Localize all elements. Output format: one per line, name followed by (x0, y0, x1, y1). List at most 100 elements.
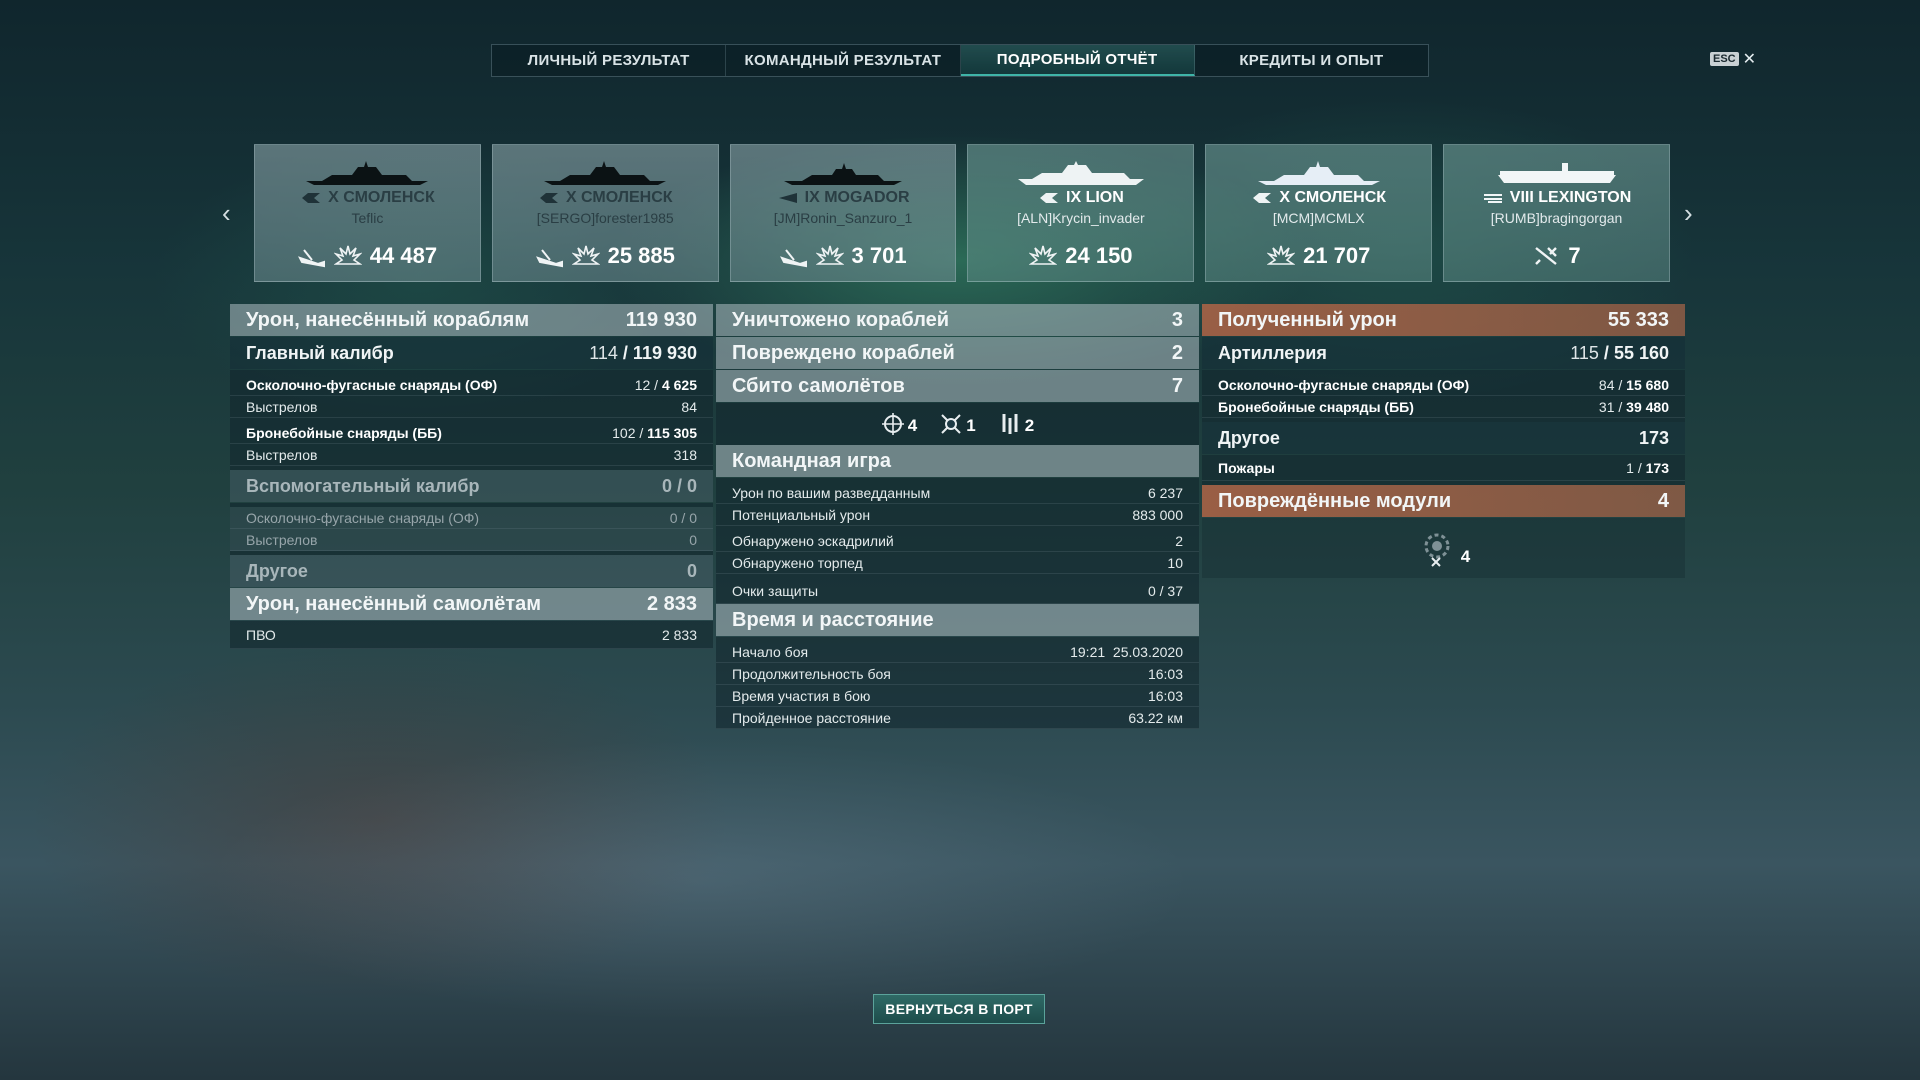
row-label: Обнаружено торпед (732, 554, 863, 571)
ship-card[interactable]: X СМОЛЕНСК [SERGO]forester1985 25 885 (491, 144, 719, 282)
aa-row: ПВО 2 833 (230, 621, 713, 649)
section-value: 119 930 (625, 308, 697, 331)
next-arrow-icon[interactable]: › (1684, 198, 1693, 229)
damage-ships-header: Урон, нанесённый кораблям 119 930 (230, 304, 713, 336)
ships-damaged-header: Повреждено кораблей 2 (716, 337, 1199, 369)
damaged-module-icon (1424, 533, 1450, 567)
row-label: Выстрелов (246, 398, 318, 415)
ship-card[interactable]: VIII LEXINGTON [RUMB]bragingorgan 7 (1443, 144, 1670, 282)
main-battery-row: Главный калибр 114 / 119 930 (230, 337, 713, 369)
damaged-modules-header: Повреждённые модули 4 (1202, 485, 1685, 517)
tab-detailed-report[interactable]: ПОДРОБНЫЙ ОТЧЁТ (960, 45, 1195, 76)
nation-flag-icon (539, 193, 558, 203)
attack-plane-icon (941, 414, 961, 434)
row-label: Другое (246, 560, 308, 581)
section-value: 2 (1171, 341, 1183, 364)
section-value: 2 833 (646, 592, 697, 615)
section-label: Урон, нанесённый самолётам (246, 592, 542, 615)
row-label: Урон по вашим разведданным (732, 484, 931, 501)
ship-silhouette-icon (306, 161, 429, 185)
damage-received-header: Полученный урон 55 333 (1202, 304, 1685, 336)
he-shots-row: Выстрелов 84 (230, 396, 713, 418)
close-icon[interactable]: ✕ (1743, 49, 1756, 69)
damage-icon (1029, 245, 1058, 265)
tab-credits-xp[interactable]: КРЕДИТЫ И ОПЫТ (1195, 45, 1428, 76)
secondary-shots-row: Выстрелов 0 (230, 529, 713, 551)
section-value: 55 333 (1607, 308, 1669, 331)
tab-personal-result[interactable]: ЛИЧНЫЙ РЕЗУЛЬТАТ (492, 45, 727, 76)
ship-stat-value: 3 701 (851, 243, 907, 268)
damage-icon (815, 245, 844, 265)
section-label: Повреждённые модули (1218, 489, 1452, 512)
hits-value: 84 (1598, 376, 1615, 393)
artillery-row: Артиллерия 115 / 55 160 (1202, 337, 1685, 369)
nation-flag-icon (1483, 194, 1502, 203)
torpedo-hit-icon (297, 249, 325, 268)
row-value: 883 000 (1132, 506, 1183, 523)
ship-card[interactable]: IX LION [ALN]Krycin_invader 24 150 (967, 144, 1195, 282)
row-label: Очки защиты (732, 582, 819, 599)
damage-planes-header: Урон, нанесённый самолётам 2 833 (230, 588, 713, 620)
plane-count: 1 (966, 416, 976, 435)
prev-arrow-icon[interactable]: ‹ (222, 198, 231, 229)
torpedo-hit-icon (535, 249, 563, 268)
damage-value: 15 680 (1626, 376, 1669, 393)
row-label: Осколочно-фугасные снаряды (ОФ) (246, 376, 498, 393)
ship-name: IX LION (1066, 189, 1124, 206)
row-label: Осколочно-фугасные снаряды (ОФ) (1218, 376, 1470, 393)
received-ap-row: Бронебойные снаряды (ББ) 31 / 39 480 (1202, 396, 1685, 418)
row-value: 6 237 (1147, 484, 1183, 501)
section-label: Урон, нанесённый кораблям (246, 308, 530, 331)
torpedoes-spotted-row: Обнаружено торпед 10 (716, 552, 1199, 574)
row-label: Другое (1218, 427, 1280, 448)
team-play-header: Командная игра (716, 445, 1199, 477)
squadrons-spotted-row: Обнаружено эскадрилий 2 (716, 530, 1199, 552)
row-value: 173 (1638, 427, 1669, 448)
return-to-port-button[interactable]: ВЕРНУТЬСЯ В ПОРТ (873, 994, 1045, 1024)
ship-card[interactable]: IX MOGADOR [JM]Ronin_Sanzuro_1 3 701 (729, 144, 957, 282)
damage-value: 173 (1645, 459, 1669, 476)
nation-flag-icon (1040, 193, 1058, 203)
torpedo-hit-icon (779, 249, 807, 268)
row-value: 0 (689, 531, 697, 548)
section-value: 4 (1657, 489, 1669, 512)
bomber-icon (1002, 414, 1018, 434)
player-name: [RUMB]bragingorgan (1490, 210, 1623, 226)
battle-start-row: Начало боя 19:21 25.03.2020 (716, 641, 1199, 663)
row-label: Бронебойные снаряды (ББ) (1218, 398, 1414, 415)
secondary-battery-row: Вспомогательный калибр 0 / 0 (230, 470, 713, 502)
row-label: Продолжительность боя (732, 665, 891, 682)
fighter-target-icon (881, 413, 904, 435)
ship-silhouette-icon (1257, 161, 1380, 185)
section-label: Время и расстояние (732, 608, 934, 631)
damage-value: 119 930 (632, 342, 697, 363)
row-value: 0 / 37 (1147, 582, 1183, 599)
distance-row: Пройденное расстояние 63.22 км (716, 707, 1199, 729)
fires-row: Пожары 1 / 173 (1202, 455, 1685, 481)
module-count: 4 (1460, 547, 1471, 566)
ship-stat-value: 21 707 (1303, 243, 1371, 268)
section-label: Сбито самолётов (732, 374, 905, 397)
tab-team-result[interactable]: КОМАНДНЫЙ РЕЗУЛЬТАТ (726, 45, 961, 76)
nation-flag-icon (778, 193, 797, 203)
close-button[interactable]: ESC ✕ (1710, 49, 1756, 69)
row-value: 10 (1167, 554, 1183, 571)
damage-dealt-column: Урон, нанесённый кораблям 119 930 Главны… (230, 304, 713, 649)
ship-name: X СМОЛЕНСК (565, 189, 673, 206)
damage-value: 115 305 (647, 424, 697, 441)
row-value: 0 (686, 560, 697, 581)
combat-column: Уничтожено кораблей 3 Повреждено корабле… (716, 304, 1199, 729)
ship-card[interactable]: X СМОЛЕНСК [MCM]MCMLX 21 707 (1205, 144, 1433, 282)
ship-stat-value: 25 885 (607, 243, 675, 268)
row-label: Выстрелов (246, 446, 318, 463)
received-he-row: Осколочно-фугасные снаряды (ОФ) 84 / 15 … (1202, 374, 1685, 396)
ship-stat-value: 7 (1568, 243, 1581, 268)
hits-value: 114 (589, 342, 618, 363)
row-label: Пожары (1218, 459, 1275, 476)
ship-card[interactable]: X СМОЛЕНСК Teflic 44 487 (254, 144, 481, 282)
row-value: 19:21 25.03.2020 (1070, 643, 1183, 660)
plane-count: 2 (1024, 416, 1035, 435)
row-value: 318 (673, 446, 697, 463)
section-label: Повреждено кораблей (732, 341, 955, 364)
player-name: Teflic (351, 210, 384, 226)
